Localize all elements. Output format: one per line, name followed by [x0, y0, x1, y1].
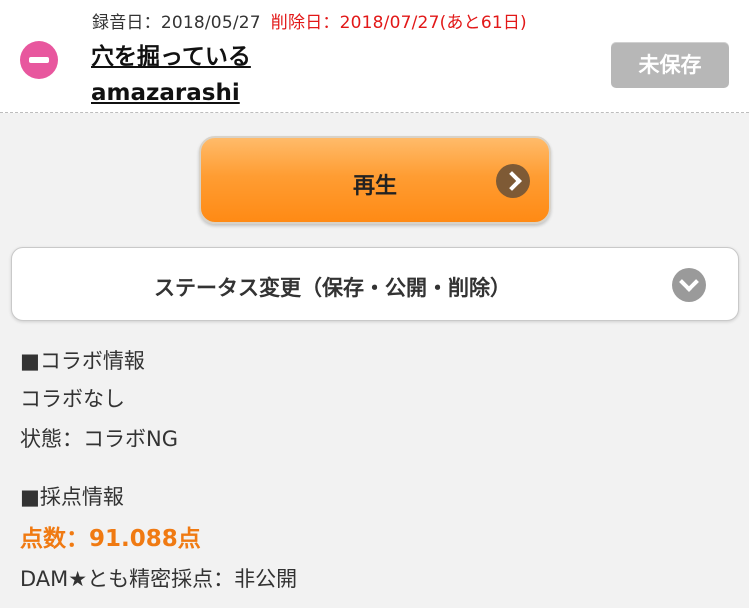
recorded-date: 2018/05/27: [160, 13, 261, 33]
chevron-down-icon: [672, 268, 706, 302]
remove-icon[interactable]: [20, 41, 58, 79]
collab-state: 状態：コラボNG: [20, 427, 178, 451]
scoring-heading: ■採点情報: [20, 485, 124, 509]
artist-link[interactable]: amazarashi: [91, 80, 240, 106]
dates-line: 録音日：2018/05/27 削除日：2018/07/27(あと61日): [92, 8, 527, 33]
status-change-button[interactable]: ステータス変更（保存・公開・削除）: [11, 247, 739, 321]
song-title-link[interactable]: 穴を掘っている: [91, 37, 251, 71]
score-value: 点数：91.088点: [20, 526, 201, 552]
chevron-right-icon: [496, 164, 530, 198]
status-change-label: ステータス変更（保存・公開・削除）: [154, 276, 511, 300]
delete-date: 2018/07/27(あと61日): [339, 13, 527, 33]
recorded-date-label: 録音日：: [92, 13, 161, 33]
save-status-button[interactable]: 未保存: [611, 42, 729, 88]
play-button[interactable]: 再生: [199, 136, 551, 224]
dam-tomo-status: DAM★とも精密採点：非公開: [20, 567, 298, 591]
collab-heading: ■コラボ情報: [20, 349, 145, 373]
recording-header: 録音日：2018/05/27 削除日：2018/07/27(あと61日) 穴を掘っ…: [0, 0, 749, 113]
collab-value: コラボなし: [20, 387, 125, 411]
delete-date-label: 削除日：: [270, 13, 340, 33]
